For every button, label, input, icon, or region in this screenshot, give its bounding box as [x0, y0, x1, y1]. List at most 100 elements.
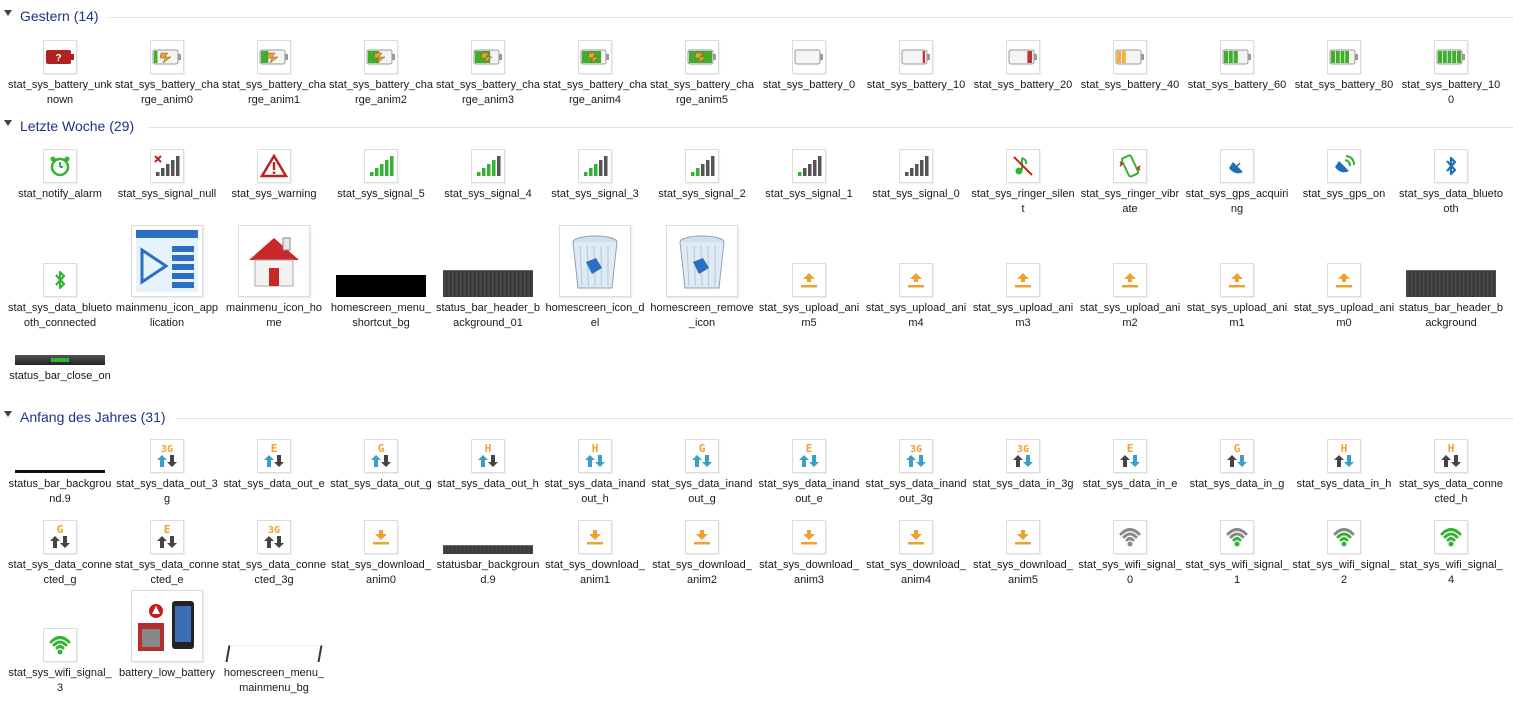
data-in-3g-icon: 3G	[971, 395, 1075, 473]
file-name-label: stat_sys_battery_charge_anim4	[543, 79, 647, 106]
file-name-label: stat_sys_wifi_signal_0	[1078, 559, 1182, 586]
battery-charge-icon	[115, 0, 219, 74]
upload-icon	[757, 219, 861, 297]
file-name-label: stat_sys_wifi_signal_4	[1399, 559, 1503, 586]
signal-icon	[543, 105, 647, 183]
file-name-label: status_bar_header_background	[1399, 302, 1503, 329]
svg-text:3G: 3G	[268, 525, 280, 536]
signal-icon	[864, 105, 968, 183]
wifi-icon	[1185, 476, 1289, 554]
svg-text:E: E	[806, 442, 813, 455]
close-bar-icon	[8, 287, 112, 365]
battery-icon	[1078, 0, 1182, 74]
warning-icon	[222, 105, 326, 183]
data-in-e-icon: E	[1078, 395, 1182, 473]
download-icon	[329, 476, 433, 554]
file-name-label: mainmenu_icon_application	[115, 302, 219, 329]
file-name-label: stat_sys_battery_10	[866, 79, 966, 91]
bluetooth-connected-icon	[8, 219, 112, 297]
file-name-label: stat_sys_battery_20	[973, 79, 1073, 91]
upload-icon	[1292, 219, 1396, 297]
file-name-label: stat_sys_battery_60	[1187, 79, 1287, 91]
data-connected-e-icon: E	[115, 476, 219, 554]
svg-text:3G: 3G	[161, 444, 173, 455]
file-name-label: stat_sys_battery_charge_anim5	[650, 79, 754, 106]
battery-charge-icon	[436, 0, 540, 74]
file-name-label: stat_sys_battery_40	[1080, 79, 1180, 91]
file-name-label: status_bar_close_on	[9, 370, 111, 382]
gps-acquiring-icon	[1185, 105, 1289, 183]
file-name-label: stat_sys_signal_0	[872, 188, 960, 200]
upload-icon	[1078, 219, 1182, 297]
file-name-label: stat_sys_ringer_silent	[971, 188, 1075, 215]
file-name-label: stat_sys_upload_anim3	[972, 302, 1074, 329]
ringer-silent-icon	[971, 105, 1075, 183]
svg-text:3G: 3G	[1017, 444, 1029, 455]
file-name-label: stat_sys_download_anim2	[652, 559, 752, 586]
file-name-label: status_bar_header_background_01	[436, 302, 540, 329]
file-name-label: stat_sys_signal_4	[444, 188, 532, 200]
file-name-label: stat_sys_warning	[231, 188, 317, 200]
svg-text:G: G	[378, 442, 385, 455]
data-out-h-icon: H	[436, 395, 540, 473]
file-name-label: stat_sys_upload_anim2	[1079, 302, 1181, 329]
file-name-label: stat_sys_battery_80	[1294, 79, 1394, 91]
download-icon	[864, 476, 968, 554]
file-name-label: homescreen_menu_shortcut_bg	[330, 302, 432, 329]
data-in-g-icon: G	[1185, 395, 1289, 473]
thin-bar-icon	[8, 395, 112, 473]
svg-text:H: H	[592, 442, 599, 455]
signal-icon	[329, 105, 433, 183]
svg-text:?: ?	[55, 53, 61, 64]
svg-text:H: H	[485, 442, 492, 455]
battery-icon	[1292, 0, 1396, 74]
wifi-icon	[8, 584, 112, 662]
battery-charge-icon	[650, 0, 754, 74]
status-bar-strip-icon	[1399, 219, 1503, 297]
file-name-label: stat_sys_battery_charge_anim2	[329, 79, 433, 106]
upload-icon	[971, 219, 1075, 297]
file-name-label: statusbar_background.9	[436, 559, 540, 586]
data-out-g-icon: G	[329, 395, 433, 473]
file-name-label: stat_notify_alarm	[18, 188, 102, 200]
file-name-label: stat_sys_gps_acquiring	[1185, 188, 1289, 215]
file-name-label: battery_low_battery	[119, 667, 215, 679]
data-connected-3g-icon: 3G	[222, 476, 326, 554]
recycle-bin-icon	[650, 219, 754, 297]
download-icon	[971, 476, 1075, 554]
file-name-label: stat_sys_download_anim4	[866, 559, 966, 586]
file-name-label: stat_sys_wifi_signal_3	[8, 667, 112, 694]
battery-charge-icon	[329, 0, 433, 74]
file-name-label: stat_sys_download_anim5	[973, 559, 1073, 586]
file-name-label: stat_sys_battery_charge_anim1	[222, 79, 326, 106]
bluetooth-icon	[1399, 105, 1503, 183]
status-bar-strip-icon	[436, 219, 540, 297]
file-name-label: stat_sys_gps_on	[1302, 188, 1386, 200]
svg-text:H: H	[1341, 442, 1348, 455]
battery-icon	[864, 0, 968, 74]
data-out-e-icon: E	[222, 395, 326, 473]
battery-unknown-icon: ?	[8, 0, 112, 74]
file-name-label: stat_sys_battery_charge_anim0	[115, 79, 219, 106]
file-name-label: stat_sys_wifi_signal_2	[1292, 559, 1396, 586]
file-name-label: stat_sys_signal_5	[337, 188, 425, 200]
file-name-label: mainmenu_icon_home	[225, 302, 322, 329]
file-name-label: homescreen_remove_icon	[650, 302, 754, 329]
battery-charge-icon	[543, 0, 647, 74]
data-out-3g-icon: 3G	[115, 395, 219, 473]
file-name-label: stat_sys_signal_null	[117, 188, 217, 200]
battery-icon	[1185, 0, 1289, 74]
file-name-label: stat_sys_ringer_vibrate	[1080, 188, 1180, 215]
data-connected-h-icon: H	[1399, 395, 1503, 473]
home-icon	[222, 219, 326, 297]
menu-bg-icon	[222, 584, 326, 662]
data-inandout-h-icon: H	[543, 395, 647, 473]
svg-text:H: H	[1448, 442, 1455, 455]
recycle-bin-icon	[543, 219, 647, 297]
battery-icon	[1399, 0, 1503, 74]
wifi-icon	[1399, 476, 1503, 554]
svg-text:E: E	[1127, 442, 1134, 455]
file-name-label: stat_sys_data_bluetooth	[1399, 188, 1503, 215]
upload-icon	[864, 219, 968, 297]
data-inandout-3g-icon: 3G	[864, 395, 968, 473]
